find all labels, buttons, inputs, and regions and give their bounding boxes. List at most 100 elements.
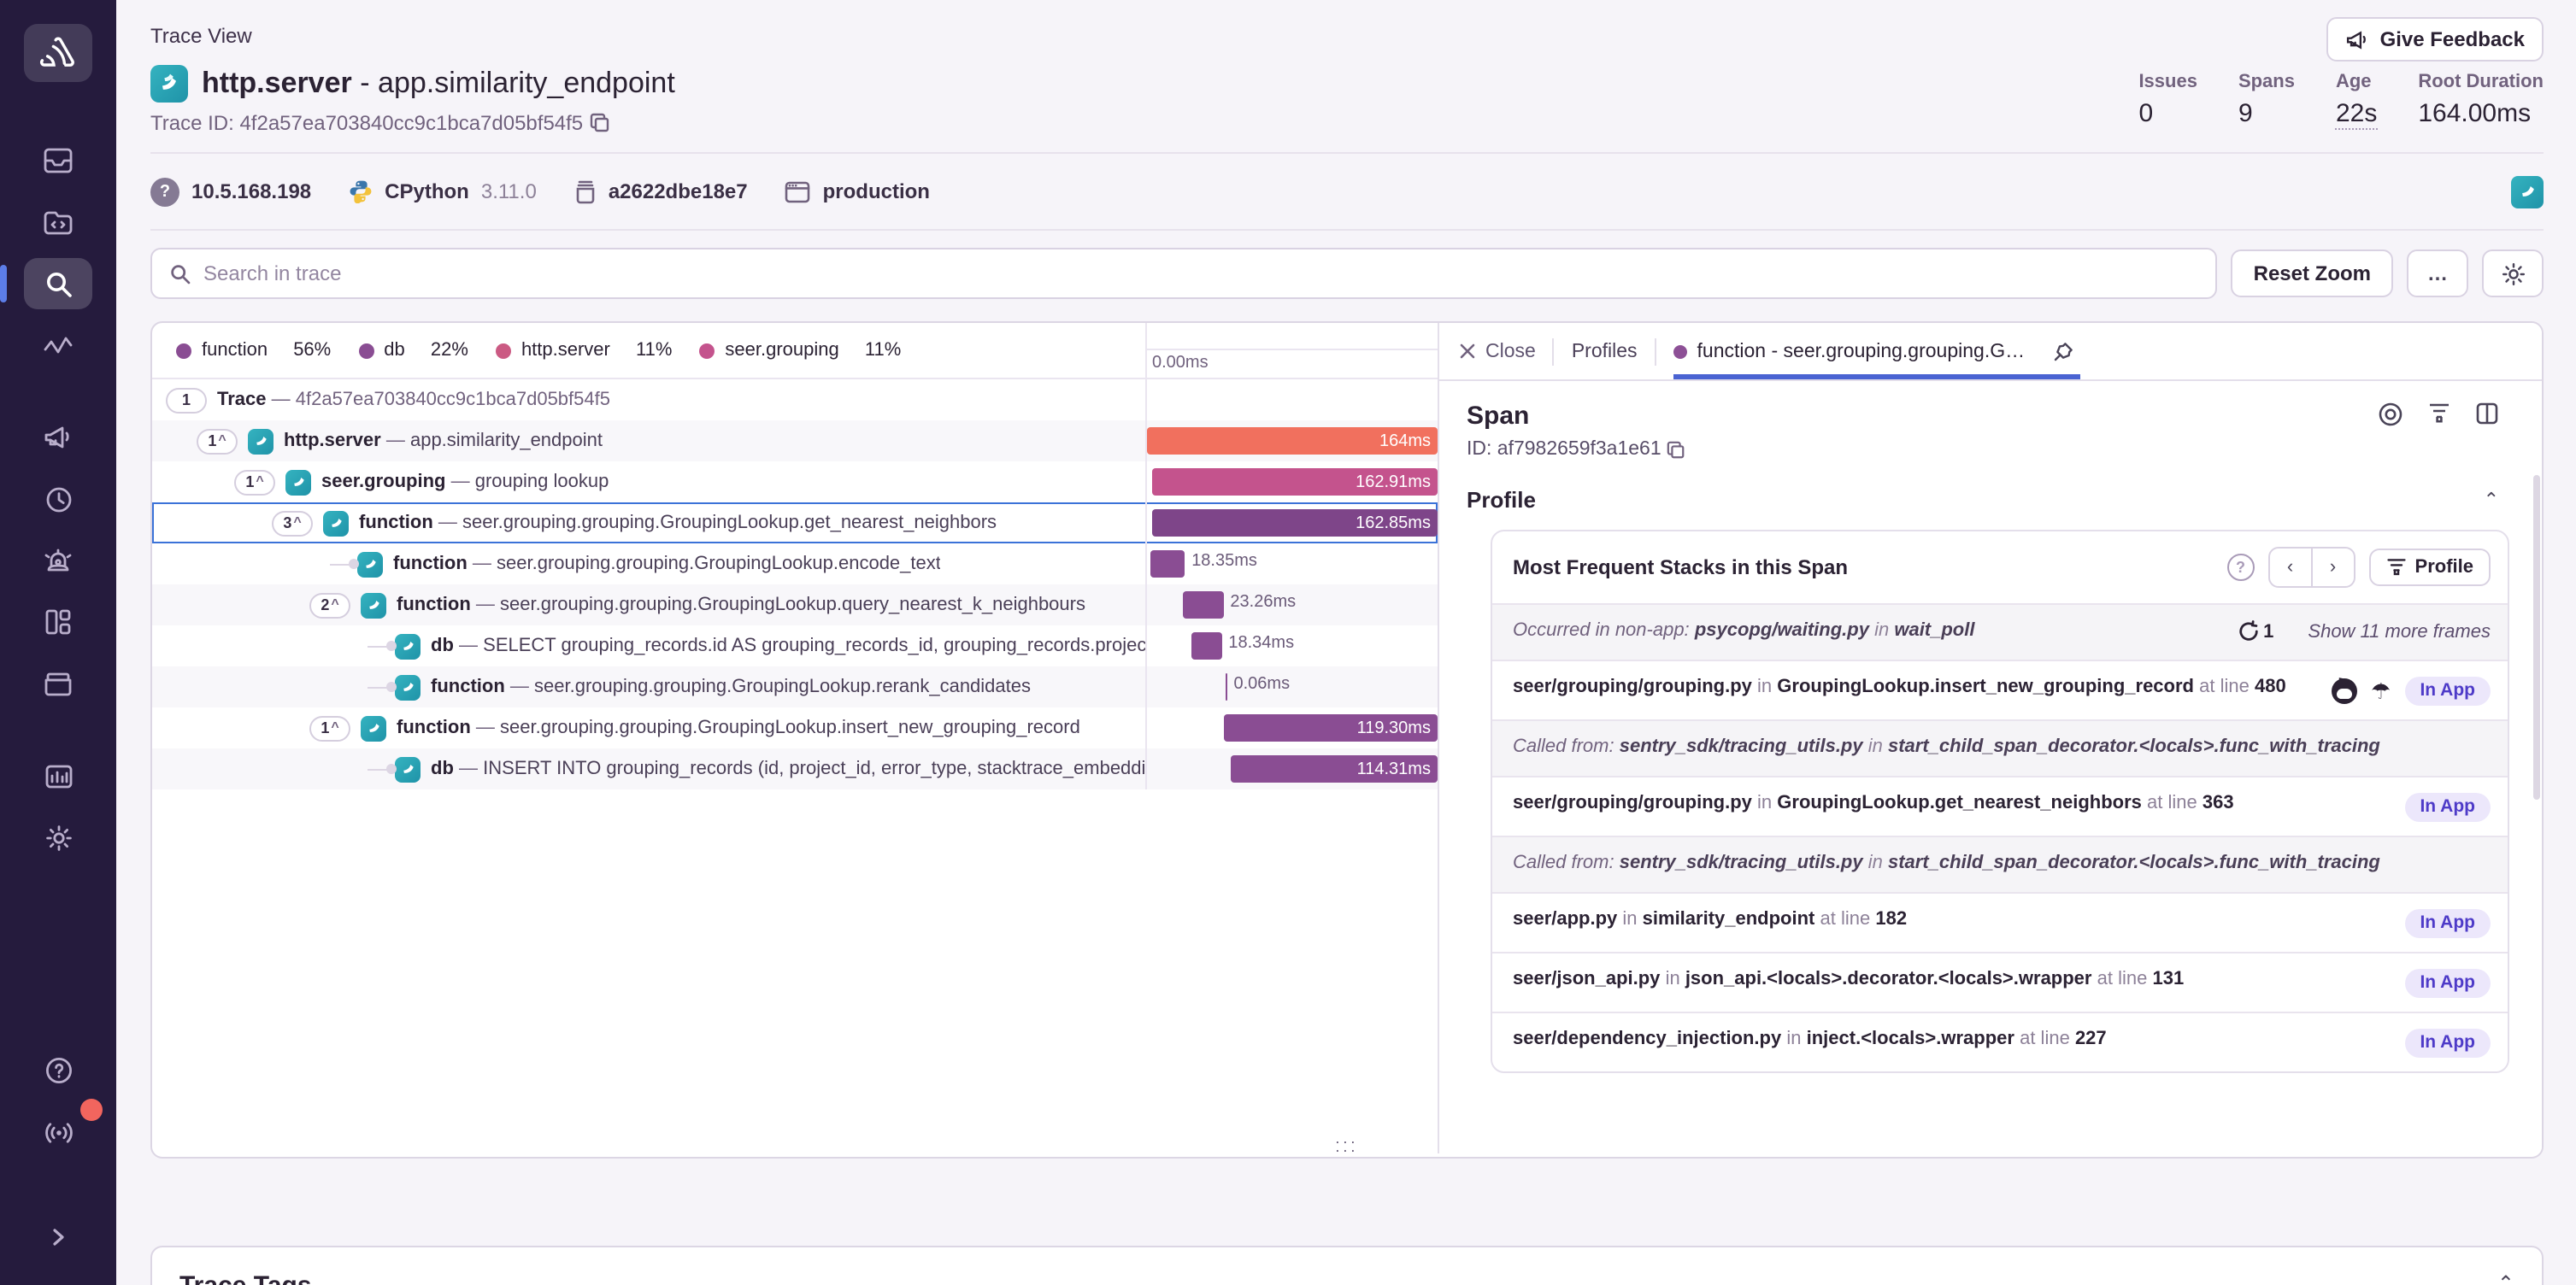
sentry-logo[interactable] xyxy=(24,24,92,82)
children-count-pill[interactable]: 1^ xyxy=(309,715,350,741)
search-icon[interactable] xyxy=(24,258,92,309)
trace-title: http.server - app.similarity_endpoint xyxy=(202,67,675,101)
span-row[interactable]: db — SELECT grouping_records.id AS group… xyxy=(152,625,1438,666)
help-tooltip-icon[interactable]: ? xyxy=(2227,554,2255,581)
help-icon[interactable] xyxy=(24,1044,92,1095)
pin-tab-button[interactable] xyxy=(2045,334,2079,368)
span-row[interactable]: db — INSERT INTO grouping_records (id, p… xyxy=(152,748,1438,789)
copy-icon[interactable] xyxy=(1667,440,1685,459)
settings-icon[interactable] xyxy=(24,812,92,863)
search-placeholder: Search in trace xyxy=(203,261,341,285)
children-count-pill[interactable]: 1^ xyxy=(197,428,238,454)
traces-icon[interactable] xyxy=(24,320,92,371)
children-count-pill[interactable]: 2^ xyxy=(309,592,350,618)
frequent-stacks-card: Most Frequent Stacks in this Span ? ‹ › xyxy=(1491,530,2509,1073)
stack-frame-row[interactable]: seer/app.py in similarity_endpoint at li… xyxy=(1492,892,2508,952)
span-duration-bar[interactable]: 164ms xyxy=(1147,427,1438,455)
meta-environment: production xyxy=(785,179,930,203)
meta-runtime: CPython 3.11.0 xyxy=(349,179,537,203)
details-tabs: Close Profiles function - seer.grouping.… xyxy=(1439,323,2544,381)
span-duration-bar[interactable]: 114.31ms xyxy=(1231,755,1438,783)
span-duration-bar[interactable] xyxy=(1184,591,1224,619)
close-details-button[interactable]: Close xyxy=(1460,341,1536,361)
tab-profiles[interactable]: Profiles xyxy=(1572,323,1638,379)
in-app-badge: In App xyxy=(2404,677,2491,706)
span-duration-label: 114.31ms xyxy=(1357,760,1438,778)
filter-icon[interactable] xyxy=(2427,402,2451,425)
span-duration-bar[interactable] xyxy=(1150,550,1185,578)
span-duration-bar[interactable] xyxy=(1191,632,1221,660)
span-row[interactable]: 2^ function — seer.grouping.grouping.Gro… xyxy=(152,584,1438,625)
expand-sidebar-icon[interactable] xyxy=(24,1212,92,1263)
stack-frame-row[interactable]: seer/json_api.py in json_api.<locals>.de… xyxy=(1492,952,2508,1012)
span-op-icon xyxy=(361,715,386,741)
span-duration-label: 23.26ms xyxy=(1230,593,1296,612)
whats-new-icon[interactable] xyxy=(24,1106,92,1157)
releases-icon[interactable] xyxy=(24,658,92,709)
stack-frame-row[interactable]: seer/grouping/grouping.py in GroupingLoo… xyxy=(1492,660,2508,719)
search-input[interactable]: Search in trace xyxy=(150,248,2218,299)
feedback-megaphone-icon[interactable] xyxy=(24,412,92,463)
reset-zoom-button[interactable]: Reset Zoom xyxy=(2232,249,2393,297)
copy-icon[interactable] xyxy=(590,113,610,133)
timeline-ruler[interactable]: 0.00ms xyxy=(1145,323,1438,379)
span-duration-bar[interactable] xyxy=(1225,673,1226,701)
trace-root-row[interactable]: 1 Trace — 4f2a57ea703840cc9c1bca7d05bf54… xyxy=(152,379,1438,420)
timeline-tick: 0.00ms xyxy=(1147,350,1438,373)
drawer-resize-handle[interactable]: ∙∙∙∙∙∙ xyxy=(1335,1138,1358,1155)
trace-settings-button[interactable] xyxy=(2482,249,2544,297)
replays-icon[interactable] xyxy=(24,473,92,525)
span-duration-label: 18.35ms xyxy=(1191,552,1257,571)
span-duration-bar[interactable]: 119.30ms xyxy=(1223,714,1438,742)
give-feedback-button[interactable]: Give Feedback xyxy=(2327,17,2544,62)
python-icon xyxy=(349,179,373,203)
codecov-umbrella-icon[interactable]: ☂ xyxy=(2371,680,2391,702)
span-row[interactable]: 1^ seer.grouping — grouping lookup 162.9… xyxy=(152,461,1438,502)
open-profile-button[interactable]: Profile xyxy=(2369,549,2491,586)
span-duration-bar[interactable]: 162.91ms xyxy=(1151,468,1438,496)
span-row[interactable]: 1^ http.server — app.similarity_endpoint… xyxy=(152,420,1438,461)
span-duration-label: 119.30ms xyxy=(1357,719,1438,737)
pin-icon xyxy=(2052,341,2073,361)
tab-span-active[interactable]: function - seer.grouping.grouping.G… xyxy=(1673,323,2080,379)
children-count-pill[interactable]: 1 xyxy=(166,387,207,413)
in-app-badge: In App xyxy=(2404,969,2491,998)
stack-context-row: Called from: sentry_sdk/tracing_utils.py… xyxy=(1492,719,2508,776)
card-title: Most Frequent Stacks in this Span xyxy=(1513,555,1848,579)
explore-icon[interactable] xyxy=(24,197,92,248)
active-nav-marker xyxy=(0,265,7,302)
issues-icon[interactable] xyxy=(24,135,92,186)
show-more-frames-link[interactable]: Show 11 more frames xyxy=(2308,621,2491,642)
focus-icon[interactable] xyxy=(2378,402,2403,427)
span-row[interactable]: 1^ function — seer.grouping.grouping.Gro… xyxy=(152,707,1438,748)
meta-release: a2622dbe18e7 xyxy=(574,179,748,204)
stack-context-row: Called from: sentry_sdk/tracing_utils.py… xyxy=(1492,836,2508,892)
unknown-user-icon: ? xyxy=(150,177,179,206)
details-scrollbar[interactable] xyxy=(2533,475,2540,800)
stats-icon[interactable] xyxy=(24,750,92,801)
span-row-selected[interactable]: 3^ function — seer.grouping.grouping.Gro… xyxy=(152,502,1438,543)
stack-frame-row[interactable]: seer/grouping/grouping.py in GroupingLoo… xyxy=(1492,776,2508,836)
children-count-pill[interactable]: 3^ xyxy=(272,510,313,536)
span-duration-bar[interactable]: 162.85ms xyxy=(1151,509,1438,537)
collapse-tags-chevron[interactable]: ⌃ xyxy=(2497,1271,2514,1285)
alerts-icon[interactable] xyxy=(24,535,92,586)
stack-frame-row[interactable]: seer/dependency_injection.py in inject.<… xyxy=(1492,1012,2508,1071)
more-options-button[interactable]: … xyxy=(2407,249,2468,297)
notification-dot xyxy=(80,1099,103,1121)
github-icon[interactable] xyxy=(2332,678,2357,704)
span-details-panel: Close Profiles function - seer.grouping.… xyxy=(1438,323,2544,1153)
children-count-pill[interactable]: 1^ xyxy=(234,469,275,495)
spans-count: 9 xyxy=(2238,99,2295,128)
prev-stack-button[interactable]: ‹ xyxy=(2270,549,2313,586)
dashboards-icon[interactable] xyxy=(24,596,92,648)
trace-meta-row: ? 10.5.168.198 CPython 3.11.0 a2622dbe18… xyxy=(150,154,2544,229)
legend-item: seer.grouping 11% xyxy=(699,340,901,361)
span-duration-label: 18.34ms xyxy=(1228,634,1294,653)
next-stack-button[interactable]: › xyxy=(2313,549,2354,586)
span-row[interactable]: function — seer.grouping.grouping.Groupi… xyxy=(152,543,1438,584)
span-id[interactable]: ID: af7982659f3a1e61 xyxy=(1467,439,2516,460)
layout-columns-icon[interactable] xyxy=(2475,402,2499,425)
collapse-section-chevron[interactable]: ⌃ xyxy=(2484,489,2499,511)
span-row[interactable]: function — seer.grouping.grouping.Groupi… xyxy=(152,666,1438,707)
